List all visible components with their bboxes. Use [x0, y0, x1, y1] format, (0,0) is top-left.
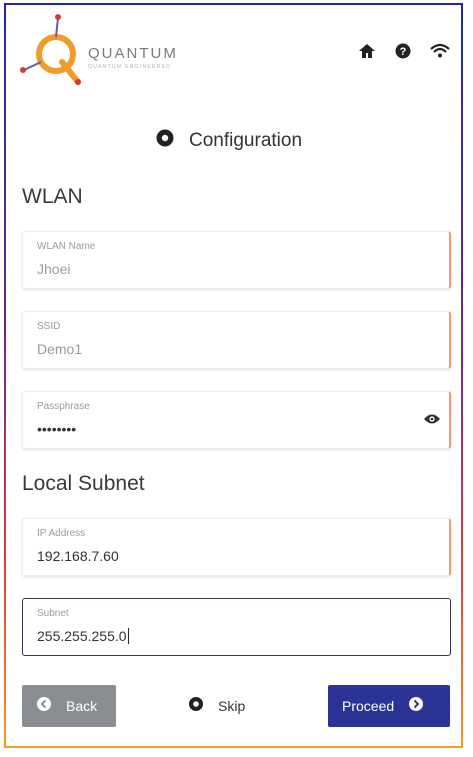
ip-address-field[interactable]: IP Address 192.168.7.60 — [22, 518, 451, 576]
skip-button[interactable]: Skip — [188, 685, 278, 727]
local-subnet-heading: Local Subnet — [22, 472, 145, 495]
subnet-field[interactable]: Subnet 255.255.255.0 — [22, 598, 451, 656]
back-icon — [36, 696, 52, 717]
proceed-label: Proceed — [342, 698, 395, 714]
passphrase-field[interactable]: Passphrase •••••••• — [22, 391, 451, 449]
help-icon[interactable]: ? — [394, 42, 412, 60]
show-password-icon[interactable] — [423, 412, 441, 426]
skip-icon — [188, 696, 204, 717]
ssid-value[interactable]: Demo1 — [37, 341, 82, 357]
home-icon[interactable] — [358, 42, 376, 60]
passphrase-label: Passphrase — [37, 401, 90, 412]
quantum-logo: QUANTUM QUANTUM ENGINEERED — [18, 12, 208, 92]
back-label: Back — [66, 698, 98, 714]
proceed-button[interactable]: Proceed — [328, 685, 450, 727]
logo-subtitle: QUANTUM ENGINEERED — [88, 64, 172, 70]
ssid-label: SSID — [37, 321, 61, 332]
wlan-heading: WLAN — [22, 185, 83, 208]
page-title: Configuration — [189, 129, 303, 151]
svg-text:?: ? — [400, 46, 407, 58]
wlan-name-field[interactable]: WLAN Name Jhoei — [22, 231, 451, 289]
wifi-icon[interactable] — [430, 42, 450, 60]
wlan-name-label: WLAN Name — [37, 241, 96, 252]
ip-address-label: IP Address — [37, 528, 86, 539]
subnet-label: Subnet — [37, 608, 69, 619]
text-cursor — [127, 628, 129, 644]
back-button[interactable]: Back — [22, 685, 116, 727]
wlan-name-value[interactable]: Jhoei — [37, 261, 70, 277]
header: QUANTUM QUANTUM ENGINEERED ? — [18, 12, 450, 92]
passphrase-value[interactable]: •••••••• — [37, 421, 76, 437]
page-header: Configuration — [155, 128, 302, 153]
skip-label: Skip — [218, 698, 246, 714]
proceed-icon — [408, 696, 424, 717]
logo-text: QUANTUM — [88, 45, 178, 62]
logo-mark-icon — [20, 14, 81, 85]
gear-icon — [155, 128, 175, 153]
ip-address-value[interactable]: 192.168.7.60 — [37, 548, 119, 564]
ssid-field[interactable]: SSID Demo1 — [22, 311, 451, 369]
subnet-value[interactable]: 255.255.255.0 — [37, 628, 129, 644]
